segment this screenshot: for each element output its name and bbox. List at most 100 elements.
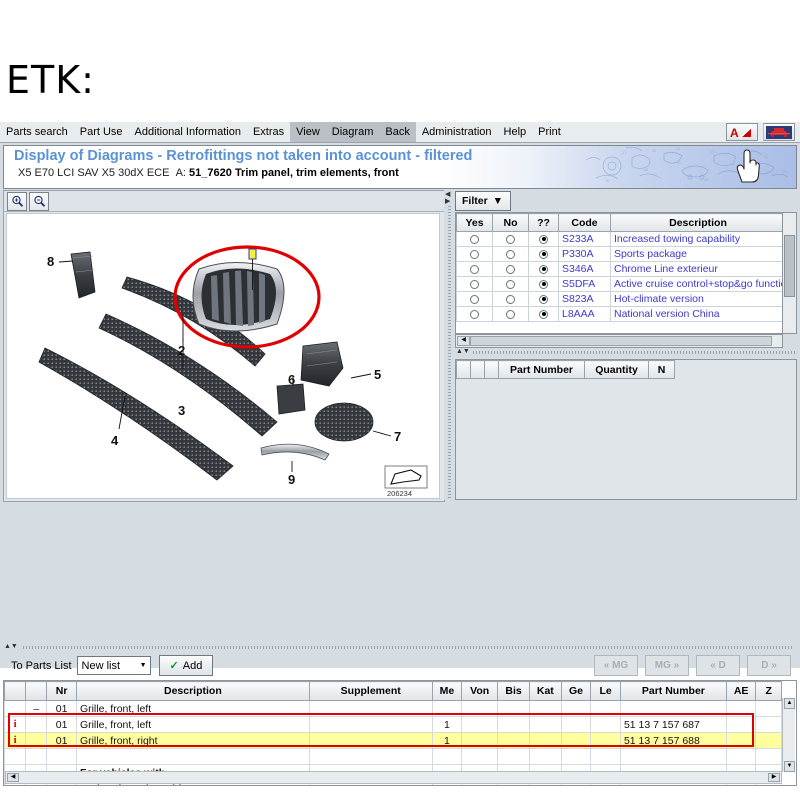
options-col-code[interactable]: Code — [558, 213, 611, 232]
options-row[interactable]: S823A Hot-climate version — [456, 291, 782, 307]
next-mg-button[interactable]: MG » — [645, 655, 689, 676]
scroll-left-icon[interactable]: ◀ — [457, 336, 470, 346]
option-no-cell[interactable] — [492, 306, 529, 322]
parts-col-part-number[interactable]: Part Number — [619, 681, 727, 701]
options-col-no[interactable]: No — [492, 213, 529, 232]
option-yes-cell[interactable] — [456, 291, 493, 307]
options-horizontal-scrollbar[interactable]: ◀ — [455, 334, 783, 348]
part-number-panel[interactable]: Part Number Quantity N — [455, 359, 797, 500]
radio-unknown[interactable] — [539, 279, 548, 289]
options-row[interactable]: S233A Increased towing capability — [456, 231, 782, 247]
parts-col-kat[interactable]: Kat — [528, 681, 562, 701]
option-no-cell[interactable] — [492, 291, 529, 307]
menu-item-part-use[interactable]: Part Use — [74, 122, 129, 142]
table-row[interactable]: i 01 Grille, front, left 1 51 13 7 157 6… — [4, 716, 782, 733]
options-row[interactable]: P330A Sports package — [456, 246, 782, 262]
zoom-in-button[interactable] — [7, 191, 27, 211]
options-col-yes[interactable]: Yes — [456, 213, 493, 232]
part-col-quantity[interactable]: Quantity — [584, 360, 649, 379]
row-marker[interactable] — [4, 748, 27, 765]
menu-item-parts-search[interactable]: Parts search — [0, 122, 74, 142]
row-expand[interactable] — [25, 748, 48, 765]
parts-results-table-wrapper[interactable]: Nr Description Supplement Me Von Bis Kat… — [3, 680, 797, 786]
diagram-canvas[interactable]: 8 2 3 4 5 6 7 9 206234 — [6, 213, 440, 499]
radio-unknown[interactable] — [539, 294, 548, 304]
options-col-unknown[interactable]: ?? — [528, 213, 559, 232]
menu-item-diagram[interactable]: Diagram — [325, 122, 380, 142]
parts-col-expand[interactable] — [25, 681, 48, 701]
radio-yes[interactable] — [470, 234, 479, 244]
menu-item-extras[interactable]: Extras — [247, 122, 290, 142]
option-no-cell[interactable] — [492, 246, 529, 262]
radio-yes[interactable] — [470, 309, 479, 319]
row-info-icon[interactable]: i — [4, 716, 27, 733]
table-row[interactable]: – 01 Grille, front, left — [4, 700, 782, 717]
menu-item-help[interactable]: Help — [498, 122, 533, 142]
row-expand[interactable] — [25, 732, 48, 749]
menu-item-administration[interactable]: Administration — [416, 122, 498, 142]
row-expand[interactable]: – — [25, 700, 48, 717]
scroll-left-icon[interactable]: ◀ — [7, 773, 19, 782]
parts-col-bis[interactable]: Bis — [497, 681, 530, 701]
row-expand[interactable] — [25, 716, 48, 733]
parts-col-le[interactable]: Le — [590, 681, 621, 701]
option-unknown-cell[interactable] — [528, 291, 559, 307]
parts-col-von[interactable]: Von — [461, 681, 499, 701]
parts-col-nr[interactable]: Nr — [46, 681, 77, 701]
scroll-up-icon[interactable]: ▲ — [784, 698, 795, 709]
main-horizontal-splitter[interactable]: ▲▼ — [3, 643, 795, 652]
parts-horizontal-scrollbar[interactable]: ◀ ▶ — [5, 771, 782, 784]
option-unknown-cell[interactable] — [528, 276, 559, 292]
parts-col-ge[interactable]: Ge — [560, 681, 592, 701]
radio-no[interactable] — [506, 294, 515, 304]
option-no-cell[interactable] — [492, 276, 529, 292]
option-no-cell[interactable] — [492, 261, 529, 277]
option-yes-cell[interactable] — [456, 306, 493, 322]
part-col-n[interactable]: N — [648, 360, 675, 379]
option-unknown-cell[interactable] — [528, 306, 559, 322]
radio-unknown[interactable] — [539, 234, 548, 244]
prev-mg-button[interactable]: « MG — [594, 655, 638, 676]
radio-no[interactable] — [506, 249, 515, 259]
option-unknown-cell[interactable] — [528, 261, 559, 277]
options-vertical-scrollbar[interactable] — [782, 212, 797, 334]
scroll-right-icon[interactable]: ▶ — [768, 773, 780, 782]
parts-vertical-scrollbar[interactable]: ▲ ▼ — [782, 698, 795, 772]
option-unknown-cell[interactable] — [528, 231, 559, 247]
radio-no[interactable] — [506, 264, 515, 274]
options-col-description[interactable]: Description — [610, 213, 782, 232]
options-hscroll-thumb[interactable] — [470, 336, 772, 346]
parts-list-select[interactable]: New list ▼ — [76, 656, 151, 675]
options-row[interactable]: L8AAA National version China — [456, 306, 782, 322]
filter-button[interactable]: Filter ▼ — [455, 191, 512, 211]
parts-col-z[interactable]: Z — [755, 681, 782, 701]
zoom-out-button[interactable] — [29, 191, 49, 211]
part-col-blank2[interactable] — [470, 360, 485, 379]
parts-col-supplement[interactable]: Supplement — [308, 681, 433, 701]
options-vscroll-thumb[interactable] — [784, 235, 795, 297]
radio-no[interactable] — [506, 279, 515, 289]
part-col-blank1[interactable] — [456, 360, 471, 379]
table-row[interactable]: i 01 Grille, front, right 1 51 13 7 157 … — [4, 732, 782, 749]
parts-col-marker[interactable] — [4, 681, 27, 701]
menu-item-view[interactable]: View — [290, 122, 326, 142]
radio-yes[interactable] — [470, 279, 479, 289]
radio-unknown[interactable] — [539, 309, 548, 319]
option-yes-cell[interactable] — [456, 276, 493, 292]
options-panel-splitter[interactable]: ▲▼ — [455, 348, 797, 357]
menu-item-additional-information[interactable]: Additional Information — [129, 122, 247, 142]
option-unknown-cell[interactable] — [528, 246, 559, 262]
row-marker[interactable] — [4, 700, 27, 717]
radio-yes[interactable] — [470, 264, 479, 274]
radio-yes[interactable] — [470, 294, 479, 304]
table-row[interactable] — [4, 748, 782, 765]
option-yes-cell[interactable] — [456, 231, 493, 247]
radio-yes[interactable] — [470, 249, 479, 259]
radio-unknown[interactable] — [539, 264, 548, 274]
option-yes-cell[interactable] — [456, 261, 493, 277]
vertical-splitter[interactable]: ◀ ▶ — [444, 190, 455, 500]
menu-item-print[interactable]: Print — [532, 122, 567, 142]
row-info-icon[interactable]: i — [4, 732, 27, 749]
parts-col-description[interactable]: Description — [75, 681, 310, 701]
annotation-toggle-button[interactable]: A — [726, 123, 758, 141]
